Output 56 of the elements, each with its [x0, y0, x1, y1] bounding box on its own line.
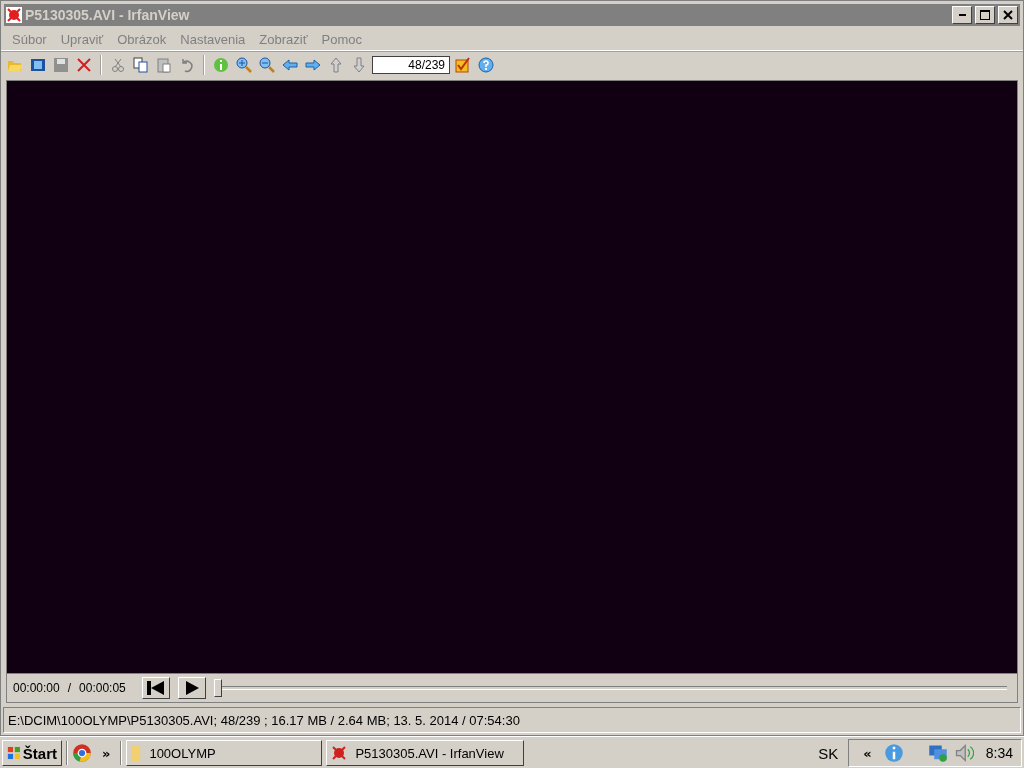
- left-arrow-icon: [282, 57, 298, 73]
- maximize-button[interactable]: [975, 6, 995, 24]
- info-icon: [213, 57, 229, 73]
- toolbar-button[interactable]: [476, 55, 496, 75]
- total-time: 00:00:05: [79, 681, 126, 695]
- toolbar-button[interactable]: [211, 55, 231, 75]
- toolbar-button[interactable]: [257, 55, 277, 75]
- app-logo-icon: [331, 745, 348, 761]
- toolbar-button[interactable]: [154, 55, 174, 75]
- app-logo-icon: [6, 7, 22, 23]
- network-icon: [927, 743, 948, 763]
- clock: 8:34: [985, 745, 1013, 761]
- close-icon: [76, 57, 92, 73]
- help-icon: [478, 57, 494, 73]
- minimize-icon: [958, 14, 966, 16]
- page-counter-field[interactable]: 48/239: [372, 56, 450, 74]
- skip-back-icon: [146, 681, 165, 695]
- close-button[interactable]: [998, 6, 1018, 24]
- toolbar-button[interactable]: [51, 55, 71, 75]
- windows-logo-icon: [7, 745, 21, 761]
- down-arrow-icon: [351, 57, 367, 73]
- folder-icon: [131, 745, 142, 761]
- scissors-icon: [110, 57, 126, 73]
- more-button[interactable]: »: [96, 745, 117, 761]
- toolbar-button[interactable]: [453, 55, 473, 75]
- status-text: E:\DCIM\100OLYMP\P5130305.AVI; 48/239 ; 16.17 MB / 2.64 MB; 13. 5. 2014 / 07:54:30: [8, 712, 521, 728]
- toolbar-button[interactable]: [234, 55, 254, 75]
- rewind-button[interactable]: [141, 677, 170, 699]
- checkbox-icon: [455, 57, 471, 73]
- taskbar-button[interactable]: P5130305.AVI - IrfanView: [326, 740, 525, 766]
- time-separator: /: [67, 681, 72, 695]
- seek-slider[interactable]: [213, 679, 1007, 697]
- slider-thumb[interactable]: [213, 679, 222, 697]
- play-icon: [184, 681, 199, 695]
- clipboard-icon: [156, 57, 172, 73]
- start-button[interactable]: Štart: [2, 740, 62, 766]
- up-arrow-icon: [328, 57, 344, 73]
- copy-icon: [133, 57, 149, 73]
- maximize-icon: [980, 10, 990, 20]
- browser-icon: [72, 743, 92, 763]
- film-icon: [30, 57, 46, 73]
- info-icon: [883, 743, 904, 763]
- minimize-button[interactable]: [952, 6, 972, 24]
- play-button[interactable]: [177, 677, 206, 699]
- current-time: 00:00:00: [13, 681, 60, 695]
- zoom-in-icon: [236, 57, 252, 73]
- zoom-out-icon: [259, 57, 275, 73]
- language-indicator[interactable]: SK: [812, 744, 845, 762]
- undo-icon: [179, 57, 195, 73]
- close-icon: [1003, 10, 1013, 20]
- tray-expand-button[interactable]: «: [857, 745, 878, 761]
- window-title: P5130305.AVI - IrfanView: [25, 7, 191, 23]
- speaker-icon: [953, 743, 974, 763]
- toolbar-button[interactable]: [131, 55, 151, 75]
- taskbar-button[interactable]: 100OLYMP: [126, 740, 323, 766]
- right-arrow-icon: [305, 57, 321, 73]
